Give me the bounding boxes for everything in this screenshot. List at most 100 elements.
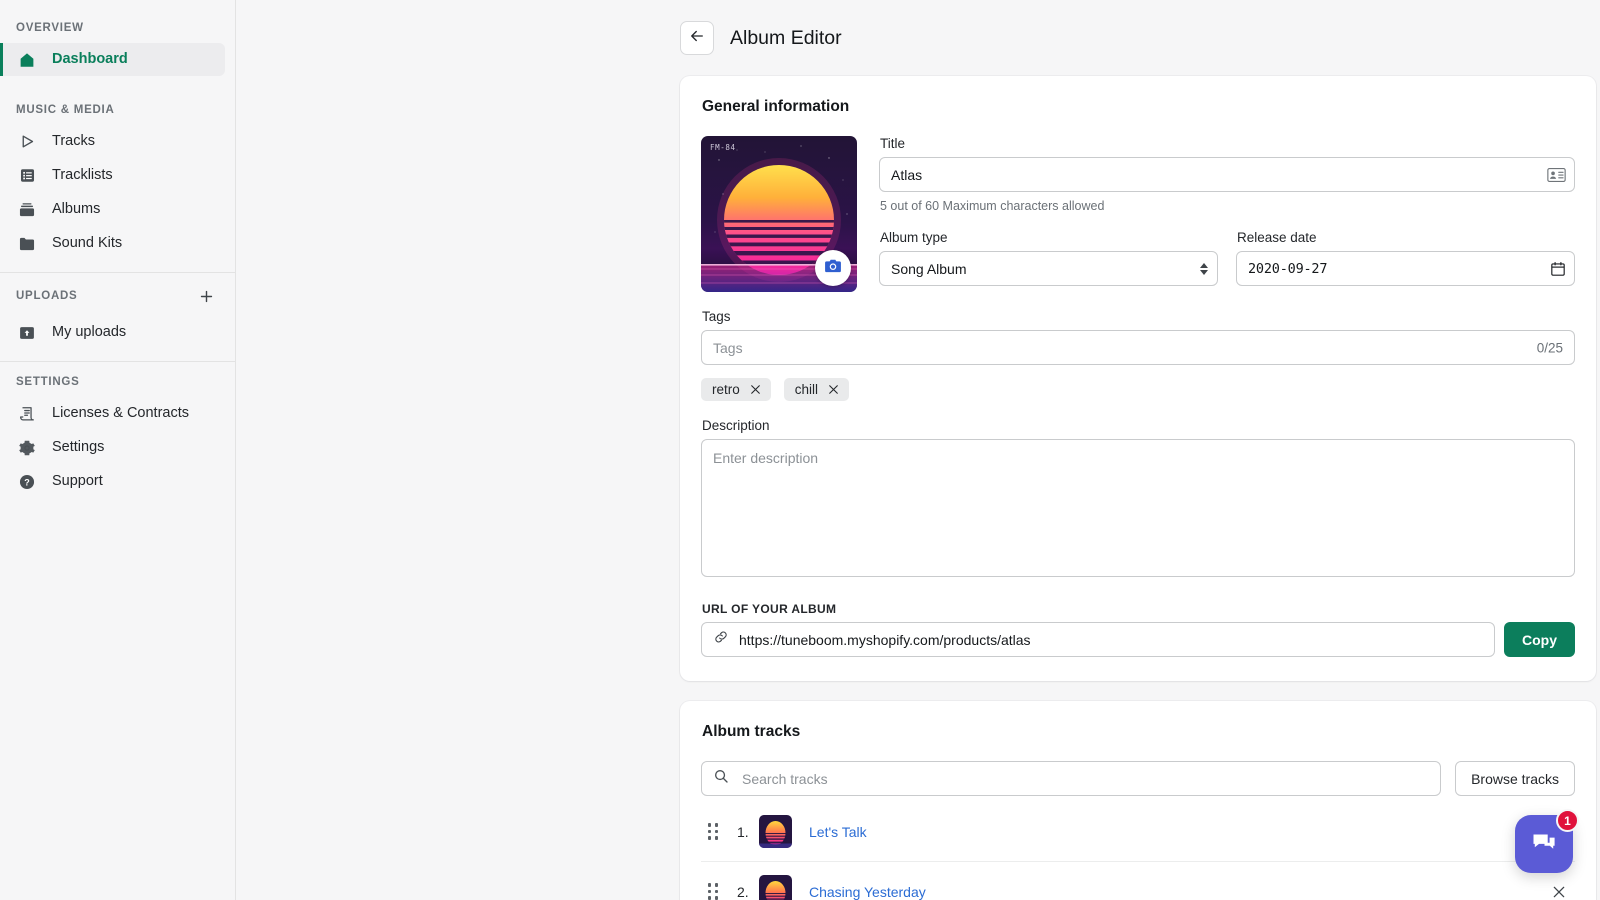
sidebar-item-sound-kits[interactable]: Sound Kits [0,227,225,260]
sidebar-item-label: My uploads [52,325,126,340]
table-row[interactable]: 1. [701,802,1575,862]
album-type-group: Album type Song AlbumBeat AlbumSound Kit… [879,230,1218,286]
arrow-left-icon [688,27,706,50]
sidebar-item-label: Sound Kits [52,236,122,251]
chat-bubble-icon [1529,827,1559,862]
description-group: Description [701,418,1575,582]
album-type-label: Album type [880,230,1218,245]
title-label: Title [880,136,1575,151]
track-name-link[interactable]: Let's Talk [809,824,1545,840]
sidebar-item-dashboard[interactable]: Dashboard [0,43,225,76]
sidebar-item-licenses-contracts[interactable]: Licenses & Contracts [0,397,225,430]
tags-field-wrap: 0/25 [701,330,1575,365]
album-url-group: URL OF YOUR ALBUM https://tuneboom.mysho… [701,602,1575,657]
home-icon [16,49,38,71]
camera-icon [823,256,843,281]
page-header: Album Editor [680,14,1600,62]
description-textarea[interactable] [701,439,1575,577]
gear-icon [16,437,38,459]
tags-label: Tags [702,309,1575,324]
track-number: 2. [737,884,759,900]
link-icon [713,629,729,650]
chat-unread-badge: 1 [1556,809,1579,832]
title-input[interactable] [879,157,1575,192]
copy-url-button[interactable]: Copy [1504,622,1575,657]
album-type-select[interactable]: Song AlbumBeat AlbumSound KitCompilation [879,251,1218,286]
sidebar-item-label: Support [52,474,103,489]
table-row[interactable]: 2. Chasing Yesterday [701,862,1575,900]
release-date-wrap [1236,251,1575,286]
track-thumbnail [759,875,792,900]
tag-chip[interactable]: retro [701,378,771,401]
close-icon[interactable] [827,383,840,396]
upload-folder-icon [16,322,38,344]
chat-widget-button[interactable]: 1 [1515,815,1573,873]
sidebar-item-label: Albums [52,202,100,217]
release-date-label: Release date [1237,230,1575,245]
album-tracks-title: Album tracks [702,723,1575,741]
tag-chip[interactable]: chill [784,378,849,401]
plus-icon[interactable] [195,285,217,307]
sidebar-item-my-uploads[interactable]: My uploads [0,316,225,349]
track-thumbnail [759,815,792,848]
sidebar-item-label: Tracks [52,134,95,149]
description-label: Description [702,418,1575,433]
drag-handle-icon[interactable] [703,883,723,899]
change-artwork-button[interactable] [815,250,851,286]
track-number: 1. [737,824,759,840]
sidebar-item-tracks[interactable]: Tracks [0,125,225,158]
album-url-label: URL OF YOUR ALBUM [702,602,1575,616]
sidebar-item-label: Licenses & Contracts [52,406,189,421]
contract-icon [16,403,38,425]
sidebar-section-uploads: UPLOADS [0,277,235,315]
page-title: Album Editor [730,27,842,50]
tag-chip-label: chill [795,382,818,397]
track-search-input[interactable] [740,770,1429,788]
close-icon[interactable] [749,383,762,396]
tags-input[interactable] [701,330,1575,365]
sidebar-divider-1 [0,272,235,273]
tags-group: Tags 0/25 retro chill [701,309,1575,401]
sidebar-item-albums[interactable]: Albums [0,193,225,226]
sidebar-section-settings-label: SETTINGS [0,368,235,396]
browse-tracks-button[interactable]: Browse tracks [1455,761,1575,796]
title-field-wrap [879,157,1575,192]
album-url-value: https://tuneboom.myshopify.com/products/… [739,632,1031,648]
tag-chip-label: retro [712,382,740,397]
albums-icon [16,199,38,221]
play-icon [16,131,38,153]
artwork-badge: FM-84 [710,143,736,152]
close-icon[interactable] [1545,884,1573,900]
title-helper-text: 5 out of 60 Maximum characters allowed [880,199,1575,213]
general-information-title: General information [702,98,1575,116]
app-root: OVERVIEW Dashboard MUSIC & MEDIA Tracks … [0,0,1600,900]
album-url-field[interactable]: https://tuneboom.myshopify.com/products/… [701,622,1495,657]
sidebar-section-music-label: MUSIC & MEDIA [0,96,235,124]
sidebar-item-label: Tracklists [52,168,113,183]
back-button[interactable] [680,21,714,55]
sidebar-item-label: Dashboard [52,52,128,67]
sidebar-item-settings[interactable]: Settings [0,431,225,464]
sidebar-item-support[interactable]: ? Support [0,465,225,498]
main-content: Album Editor General information [236,0,1600,900]
release-date-input[interactable] [1236,251,1575,286]
sidebar-item-tracklists[interactable]: Tracklists [0,159,225,192]
svg-text:?: ? [24,477,30,487]
album-tracks-card: Album tracks Browse tracks 1. [680,701,1596,900]
sidebar: OVERVIEW Dashboard MUSIC & MEDIA Tracks … [0,0,236,900]
album-type-wrap: Song AlbumBeat AlbumSound KitCompilation [879,251,1218,286]
general-fields: Title 5 out of 60 Maximum characters all… [879,136,1575,286]
tag-chip-list: retro chill [701,378,1575,401]
help-circle-icon: ? [16,471,38,493]
search-icon [713,768,729,789]
album-artwork[interactable]: FM-84 [701,136,857,292]
track-search-wrap[interactable] [701,761,1441,796]
drag-handle-icon[interactable] [703,823,723,839]
track-name-link[interactable]: Chasing Yesterday [809,884,1545,900]
list-icon [16,165,38,187]
tracks-toolbar: Browse tracks [701,761,1575,796]
sidebar-item-label: Settings [52,440,104,455]
release-date-group: Release date [1236,230,1575,286]
sidebar-section-overview-label: OVERVIEW [0,14,235,42]
sidebar-section-uploads-label: UPLOADS [16,290,77,302]
